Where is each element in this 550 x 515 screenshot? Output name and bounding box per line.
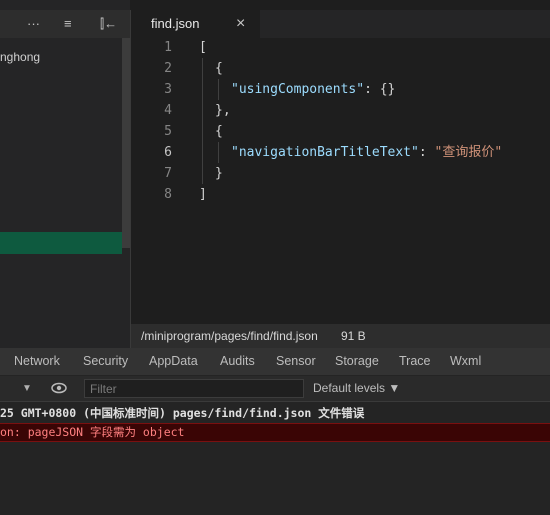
file-size: 91 B <box>341 329 366 343</box>
more-icon[interactable]: ··· <box>27 10 40 38</box>
tab-storage[interactable]: Storage <box>335 348 379 375</box>
project-name[interactable]: nghong <box>0 50 40 64</box>
json-string: "查询报价" <box>434 145 503 160</box>
line-number: 8 <box>164 187 172 202</box>
tab-label[interactable]: find.json <box>151 10 199 38</box>
explorer-toolbar: ··· ≡ ⫿← <box>0 10 130 38</box>
code-line-4[interactable]: }, <box>215 100 231 121</box>
tab-network[interactable]: Network <box>14 348 60 375</box>
selected-file-row[interactable] <box>0 232 122 254</box>
tab-trace[interactable]: Trace <box>399 348 431 375</box>
code-line-6[interactable]: "navigationBarTitleText": "查询报价" <box>231 142 502 163</box>
code-line-8[interactable]: ] <box>199 184 207 205</box>
tab-appdata[interactable]: AppData <box>149 348 198 375</box>
console-log-message: 25 GMT+0800 (中国标准时间) pages/find/find.jso… <box>0 406 365 420</box>
console-error-message: on: pageJSON 字段需为 object <box>0 425 185 439</box>
file-path: /miniprogram/pages/find/find.json <box>141 329 318 343</box>
json-punct: : <box>418 145 435 160</box>
json-key: "usingComponents" <box>231 82 365 97</box>
line-number: 1 <box>164 40 172 55</box>
indent-guide <box>202 58 203 184</box>
line-number: 5 <box>164 124 172 139</box>
tab-sensor[interactable]: Sensor <box>276 348 316 375</box>
context-dropdown-icon[interactable]: ▼ <box>22 376 32 401</box>
code-line-7[interactable]: } <box>215 163 223 184</box>
json-punct: : {} <box>364 82 396 97</box>
indent-guide <box>218 79 219 100</box>
tab-wxml[interactable]: Wxml <box>450 348 481 375</box>
tab-security[interactable]: Security <box>83 348 128 375</box>
collapse-list-icon[interactable]: ≡ <box>64 10 72 38</box>
line-number-active: 6 <box>164 145 172 160</box>
code-line-3[interactable]: "usingComponents": {} <box>231 79 395 100</box>
line-number: 7 <box>164 166 172 181</box>
filter-input[interactable] <box>85 380 303 397</box>
json-key: "navigationBarTitleText" <box>231 145 419 160</box>
indent-guide <box>218 142 219 163</box>
code-line-5[interactable]: { <box>215 121 223 142</box>
split-panel-icon[interactable]: ⫿← <box>100 10 117 38</box>
code-line-2[interactable]: { <box>215 58 223 79</box>
sidebar-scrollbar[interactable] <box>122 38 130 248</box>
eye-icon[interactable] <box>51 381 67 395</box>
line-number: 3 <box>164 82 172 97</box>
line-number: 4 <box>164 103 172 118</box>
close-icon[interactable]: × <box>236 10 245 38</box>
log-levels-dropdown[interactable]: Default levels ▼ <box>313 376 400 401</box>
tab-audits[interactable]: Audits <box>220 348 255 375</box>
line-number: 2 <box>164 61 172 76</box>
code-line-1[interactable]: [ <box>199 37 207 58</box>
filter-field[interactable] <box>84 379 304 398</box>
panel-divider[interactable] <box>130 10 131 348</box>
